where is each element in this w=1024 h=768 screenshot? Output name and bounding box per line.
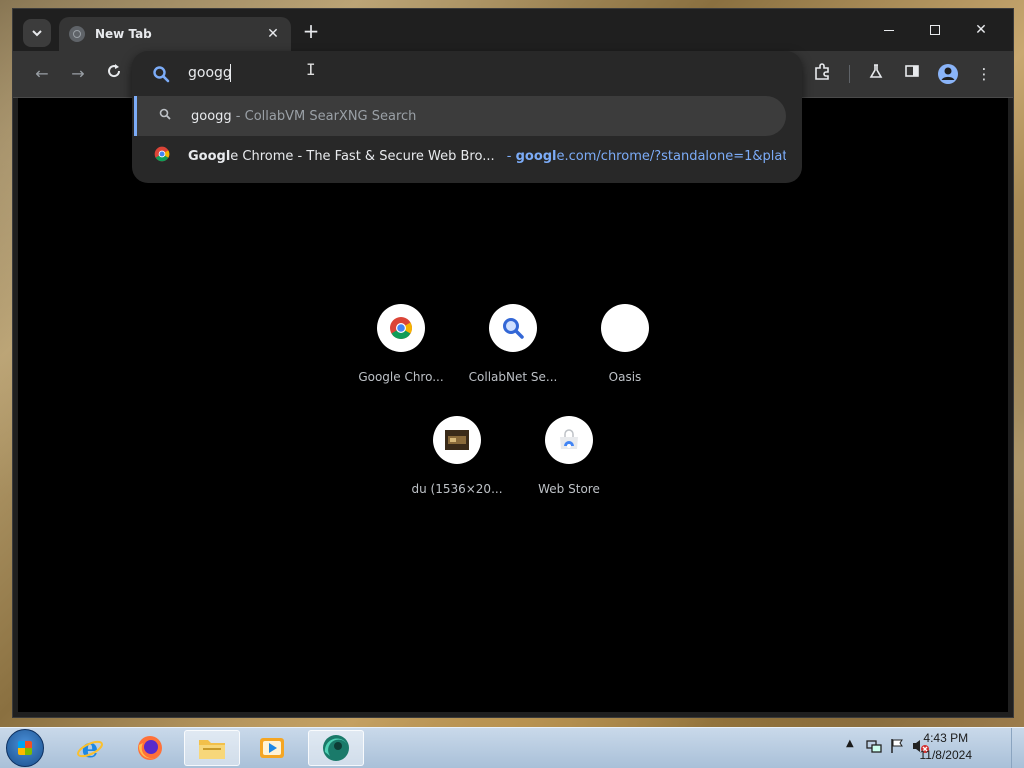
omnibox-dropdown: googg - CollabVM SearXNG Search Google C…	[132, 51, 802, 183]
image-thumbnail-icon	[445, 430, 469, 450]
start-button[interactable]	[6, 729, 44, 767]
shortcut-tile[interactable]: Oasis	[575, 304, 675, 384]
suggestion-query: googg	[191, 108, 232, 124]
shortcut-label: CollabNet Se...	[468, 370, 558, 384]
tab-strip: New Tab ✕ + ✕	[13, 9, 1013, 51]
chrome-icon	[390, 317, 412, 339]
back-button[interactable]: ←	[31, 63, 53, 85]
search-icon	[157, 108, 173, 124]
suggestion-separator: -	[231, 108, 245, 124]
side-panel-icon	[905, 65, 919, 77]
menu-button[interactable]: ⋮	[973, 63, 995, 85]
shortcut-label: Google Chro...	[358, 370, 444, 384]
text-caret	[230, 64, 231, 82]
tab-close-icon[interactable]: ✕	[265, 26, 281, 42]
shortcut-tile[interactable]: Google Chro...	[351, 304, 451, 384]
taskbar-app[interactable]	[122, 730, 178, 766]
taskbar-app[interactable]	[184, 730, 240, 766]
shortcut-label: Web Store	[538, 482, 600, 496]
flask-icon	[869, 64, 883, 78]
address-bar-input[interactable]	[188, 63, 588, 83]
taskbar-app[interactable]: e	[62, 730, 118, 766]
clock-time: 4:43 PM	[923, 731, 969, 745]
file-explorer-icon	[199, 740, 225, 759]
tray-expand-icon[interactable]: ▲	[846, 738, 854, 749]
suggestion-separator: -	[502, 148, 516, 164]
media-player-icon	[260, 738, 284, 758]
shortcut-tile[interactable]: CollabNet Se...	[463, 304, 563, 384]
new-tab-button[interactable]: +	[301, 21, 321, 41]
clock-date: 11/8/2024	[919, 748, 973, 762]
side-panel-button[interactable]	[901, 63, 923, 85]
maximize-icon	[930, 25, 940, 35]
omnibox-suggestion[interactable]: googg - CollabVM SearXNG Search	[134, 96, 786, 136]
svg-text:e: e	[82, 734, 99, 763]
tab-search-button[interactable]	[23, 19, 51, 47]
omnibox	[132, 51, 802, 95]
labs-button[interactable]	[865, 63, 887, 85]
shortcut-label: Oasis	[608, 370, 642, 384]
chrome-icon	[154, 146, 170, 166]
blank-icon	[601, 304, 649, 352]
network-icon[interactable]	[866, 738, 882, 757]
suggestion-url: e.com/chrome/?standalone=1&platf...	[556, 148, 786, 164]
tab-new-tab[interactable]: New Tab ✕	[59, 17, 291, 51]
search-icon	[153, 66, 170, 83]
tab-title: New Tab	[95, 27, 152, 41]
reload-button[interactable]	[103, 63, 125, 85]
chrome-app-icon	[323, 735, 349, 761]
minimize-button[interactable]	[875, 19, 903, 41]
ibeam-cursor-icon: I	[306, 60, 316, 79]
omnibox-suggestion[interactable]: Googl e Chrome - The Fast & Secure Web Br…	[134, 136, 786, 176]
taskbar: e ▲ 4:43 PM 11/8/2024	[0, 727, 1024, 768]
shortcut-tile[interactable]: du (1536×20...	[407, 416, 507, 496]
internet-explorer-icon: e	[77, 734, 103, 763]
shortcut-tile[interactable]: Web Store	[519, 416, 619, 496]
suggestion-title: e Chrome - The Fast & Secure Web Bro...	[230, 148, 495, 164]
taskbar-app[interactable]	[244, 730, 300, 766]
suggestion-url-match: googl	[515, 148, 557, 164]
shortcut-label: du (1536×20...	[411, 482, 503, 496]
avatar-icon	[938, 64, 958, 84]
shortcut-icon-circle	[433, 416, 481, 464]
forward-button[interactable]: →	[67, 63, 89, 85]
shortcut-icon-circle	[377, 304, 425, 352]
search-magnifier-icon	[503, 318, 524, 339]
suggestion-engine: CollabVM SearXNG Search	[244, 108, 417, 124]
puzzle-icon	[815, 63, 829, 80]
new-tab-page: Google Chro... CollabNet Se... Oasis du …	[18, 98, 1008, 712]
taskbar-app[interactable]	[308, 730, 364, 766]
show-desktop-button[interactable]	[1011, 728, 1024, 768]
minimize-icon	[884, 29, 894, 31]
maximize-button[interactable]	[921, 19, 949, 41]
suggestion-title-match: Googl	[188, 148, 231, 164]
reload-icon	[108, 64, 121, 78]
extensions-button[interactable]	[811, 63, 833, 85]
web-store-icon	[560, 429, 578, 449]
close-window-button[interactable]: ✕	[967, 19, 995, 41]
profile-button[interactable]	[937, 63, 959, 85]
globe-icon	[69, 26, 85, 42]
firefox-icon	[138, 736, 162, 760]
shortcut-icon-circle	[545, 416, 593, 464]
shortcut-icon-circle	[489, 304, 537, 352]
action-center-flag-icon[interactable]	[890, 738, 904, 757]
system-clock[interactable]: 4:43 PM 11/8/2024	[920, 731, 973, 762]
chevron-down-icon	[32, 30, 42, 37]
toolbar-divider	[849, 65, 850, 83]
